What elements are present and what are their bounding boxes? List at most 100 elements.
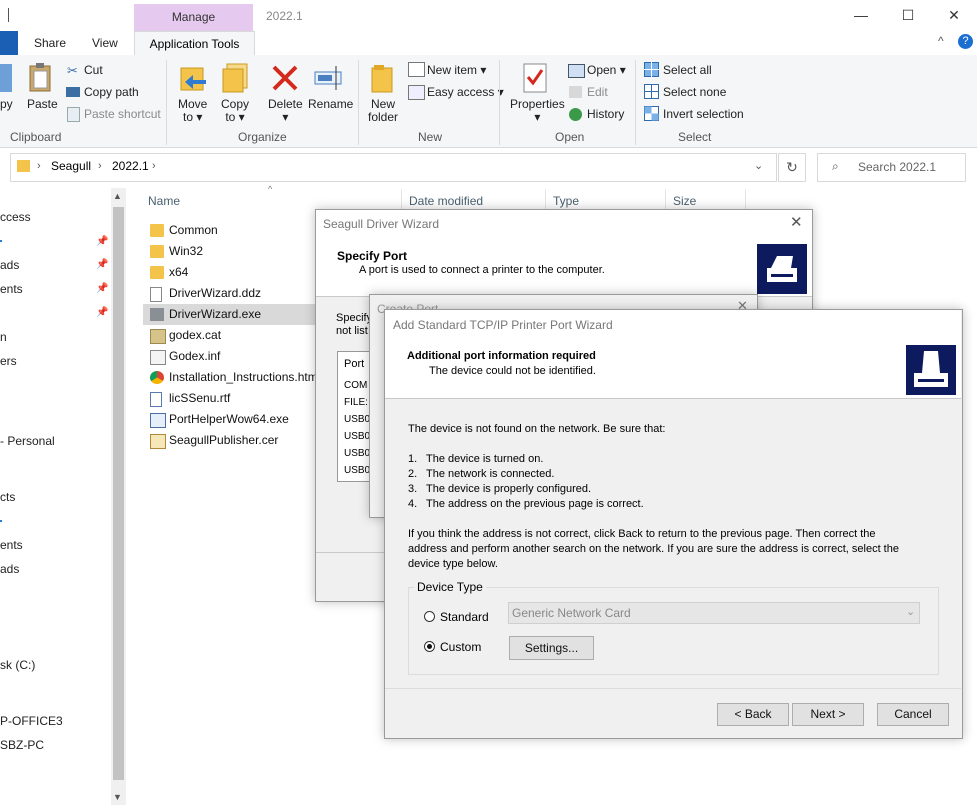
cut-icon: ✂ [67,63,78,78]
chevron-right-icon: › [152,160,156,172]
select-none-button[interactable]: Select none [663,85,726,99]
tcpip-list-item: The device is turned on. [426,453,544,465]
nav-item[interactable]: - Personal [0,434,55,448]
search-icon: ⌕ [832,159,839,173]
breadcrumb-2022-1[interactable]: 2022.1 [112,159,149,173]
custom-radio[interactable] [424,641,435,652]
port-column-header[interactable]: Port [344,358,364,370]
next-button[interactable]: Next > [792,703,864,726]
standard-radio[interactable] [424,611,435,622]
properties-icon [523,63,547,93]
open-group-label: Open [555,130,585,144]
settings-button[interactable]: Settings... [509,636,594,660]
tab-view[interactable]: View [92,36,118,50]
column-divider[interactable] [401,189,402,209]
port-item[interactable]: USB0 [344,431,370,442]
paste-button[interactable]: Paste [27,98,58,111]
sort-up-icon: ^ [268,184,273,194]
nav-scrollbar-thumb[interactable] [113,207,124,780]
nav-item[interactable]: ents [0,538,23,552]
tab-manage[interactable]: Manage [134,4,253,31]
standard-device-value: Generic Network Card [512,606,631,620]
new-item-button[interactable]: New item ▾ [427,63,486,77]
copy-path-button[interactable]: Copy path [84,85,139,99]
new-folder-icon [370,64,396,94]
port-item[interactable]: COM [344,380,367,391]
move-to-button[interactable]: Move to ▾ [178,98,207,124]
scroll-up-icon[interactable]: ▲ [113,191,122,201]
new-group-label: New [418,130,443,144]
nav-item[interactable]: ads [0,562,19,576]
tab-file[interactable] [0,31,18,55]
nav-item[interactable]: SBZ-PC [0,738,44,752]
tab-share[interactable]: Share [34,36,66,50]
catalog-icon [150,329,166,344]
invert-selection-button[interactable]: Invert selection [663,107,744,121]
tcpip-intro: The device is not found on the network. … [408,423,666,435]
chevron-down-icon[interactable]: ⌄ [906,605,915,618]
paste-shortcut-button[interactable]: Paste shortcut [84,107,161,121]
pin-icon[interactable]: 📌 [96,283,108,294]
refresh-button[interactable]: ↻ [778,153,806,182]
easy-access-icon [408,85,425,100]
pin-icon[interactable]: 📌 [96,259,108,270]
window-title: 2022.1 [266,9,303,23]
history-button[interactable]: History [587,107,624,121]
properties-button[interactable]: Properties ▾ [510,98,565,124]
port-item[interactable]: USB0 [344,448,370,459]
cancel-button[interactable]: Cancel [877,703,949,726]
nav-item[interactable]: ccess [0,210,31,224]
standard-label[interactable]: Standard [440,610,489,624]
tab-application-tools[interactable]: Application Tools [134,31,255,56]
column-divider[interactable] [545,189,546,209]
select-all-button[interactable]: Select all [663,63,712,77]
chevron-right-icon: › [37,160,41,172]
port-item[interactable]: USB0 [344,414,370,425]
nav-item[interactable]: ents [0,282,23,296]
maximize-button[interactable]: ☐ [885,0,931,31]
scroll-down-icon[interactable]: ▼ [113,792,122,802]
copy-to-button[interactable]: Copy to ▾ [221,98,249,124]
easy-access-button[interactable]: Easy access ▾ [427,85,504,99]
edit-button[interactable]: Edit [587,85,608,99]
nav-item[interactable]: P-OFFICE3 [0,714,63,728]
nav-item[interactable]: n [0,330,7,344]
column-divider[interactable] [665,189,666,209]
column-date[interactable]: Date modified [409,194,483,208]
printer-icon [757,244,807,294]
back-button[interactable]: < Back [717,703,789,726]
column-type[interactable]: Type [553,194,579,208]
nav-item[interactable]: cts [0,490,15,504]
divider [385,688,961,689]
open-button[interactable]: Open ▾ [587,63,626,77]
rename-button[interactable]: Rename [308,98,353,111]
column-divider[interactable] [745,189,746,209]
copy-button[interactable]: py [0,98,13,111]
new-folder-label2: folder [368,110,399,124]
exe-icon [150,308,164,321]
pin-icon[interactable]: 📌 [96,236,108,247]
tcpip-list-number: 1. [408,453,418,465]
column-name[interactable]: Name [148,194,180,208]
breadcrumb-seagull[interactable]: Seagull [51,159,91,173]
chevron-down-icon[interactable]: ⌄ [754,159,763,172]
organize-group-label: Organize [238,130,287,144]
column-size[interactable]: Size [673,194,696,208]
nav-item[interactable]: sk (C:) [0,658,35,672]
help-icon[interactable]: ? [958,34,973,49]
search-input[interactable]: Search 2022.1 [858,160,936,174]
cut-button[interactable]: Cut [84,63,103,77]
folder-icon [150,224,164,237]
close-icon[interactable]: ✕ [790,213,803,231]
delete-button[interactable]: Delete ▾ [268,98,303,124]
port-item[interactable]: FILE: [344,397,368,408]
collapse-ribbon-icon[interactable]: ^ [938,34,944,48]
port-item[interactable]: USB0 [344,465,370,476]
nav-item[interactable]: ers [0,354,17,368]
custom-label[interactable]: Custom [440,640,481,654]
close-button[interactable]: ✕ [931,0,977,31]
nav-item[interactable]: ads [0,258,19,272]
new-folder-button[interactable]: New folder [368,98,398,124]
minimize-button[interactable]: — [838,0,884,31]
pin-icon[interactable]: 📌 [96,307,108,318]
